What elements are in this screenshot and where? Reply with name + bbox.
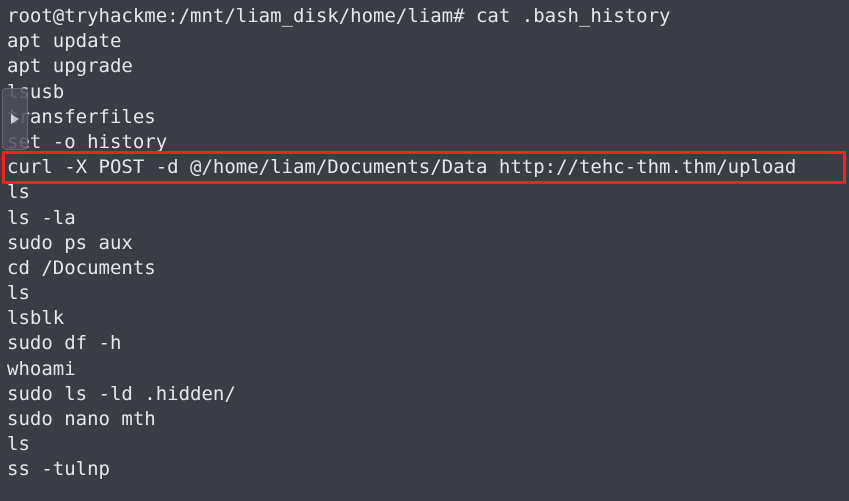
terminal-line: whoami: [7, 357, 76, 380]
terminal-line: apt upgrade: [7, 55, 133, 78]
side-panel-toggle[interactable]: [2, 88, 28, 150]
terminal-line: ls -la: [7, 206, 76, 229]
terminal-line: ls: [7, 433, 30, 456]
terminal-line-highlighted: curl -X POST -d @/home/liam/Documents/Da…: [7, 156, 797, 179]
terminal-line: ls: [7, 181, 30, 204]
terminal-line: sudo df -h: [7, 332, 122, 355]
terminal-line: sudo ps aux: [7, 231, 133, 254]
terminal-window[interactable]: root@tryhackme:/mnt/liam_disk/home/liam#…: [0, 0, 849, 501]
terminal-line: lsblk: [7, 307, 65, 330]
terminal-line: sudo nano mth: [7, 408, 156, 430]
terminal-line-prompt: root@tryhackme:/mnt/liam_disk/home/liam#…: [7, 5, 671, 27]
terminal-line: set -o history: [7, 130, 168, 153]
terminal-line: cd /Documents: [7, 256, 156, 279]
terminal-line: sudo ls -ld .hidden/: [7, 382, 236, 405]
triangle-right-icon: [11, 114, 19, 124]
terminal-line: transferfiles: [7, 105, 156, 128]
terminal-line: ls: [7, 282, 30, 305]
terminal-line: apt update: [7, 30, 122, 53]
terminal-line: lsusb: [7, 80, 65, 103]
terminal-line: ss -tulnp: [7, 458, 110, 481]
